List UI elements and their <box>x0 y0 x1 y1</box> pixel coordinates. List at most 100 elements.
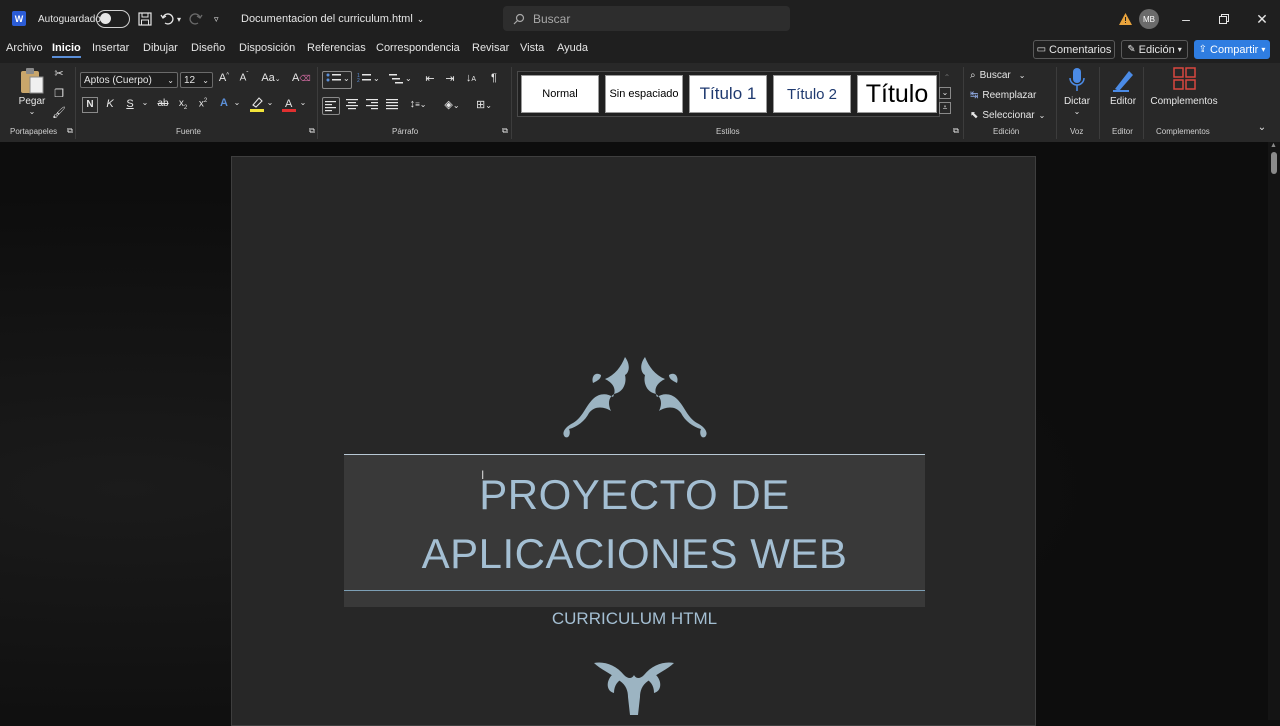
find-button[interactable]: ⌕ Buscar ⌄ <box>970 67 1025 83</box>
tab-referencias[interactable]: Referencias <box>307 42 366 54</box>
superscript-icon[interactable]: x2 <box>195 98 211 109</box>
style-heading-2[interactable]: Título 2 <box>773 75 851 113</box>
chevron-down-icon[interactable]: ⌄ <box>24 107 40 116</box>
gallery-down-icon[interactable]: ⌄ <box>939 87 951 99</box>
decrease-font-icon[interactable]: Aˇ <box>236 72 252 83</box>
document-title-line-1[interactable]: PROYECTO DE <box>344 471 925 519</box>
bullets-icon[interactable]: ⌄ <box>322 71 352 89</box>
change-case-icon[interactable]: Aa⌄ <box>260 72 282 84</box>
style-no-spacing[interactable]: Sin espaciado <box>605 75 683 113</box>
cut-icon[interactable]: ✂ <box>51 67 67 80</box>
tab-vista[interactable]: Vista <box>520 42 544 54</box>
numbering-icon[interactable]: 1 2 ⌄ <box>357 72 381 89</box>
tab-archivo[interactable]: Archivo <box>6 42 43 54</box>
collapse-ribbon-icon[interactable]: ⌄ <box>1254 122 1270 133</box>
format-painter-icon[interactable]: 🖌 <box>51 106 67 119</box>
customize-toolbar-icon[interactable]: ▿ <box>214 0 219 38</box>
tab-dibujar[interactable]: Dibujar <box>143 42 178 54</box>
increase-font-icon[interactable]: A^ <box>216 72 232 84</box>
tab-inicio[interactable]: Inicio <box>52 42 81 58</box>
italic-icon[interactable]: K <box>102 98 118 110</box>
chevron-down-icon[interactable]: ⌄ <box>137 98 153 107</box>
decrease-indent-icon[interactable]: ⇤ <box>422 72 438 85</box>
line-spacing-icon[interactable]: ↕≡⌄ <box>406 98 430 110</box>
share-label: Compartir <box>1210 43 1259 56</box>
chevron-down-icon[interactable]: ⌄ <box>229 98 245 107</box>
dictate-label[interactable]: Dictar <box>1059 96 1095 107</box>
copy-icon[interactable]: ❐ <box>51 87 67 100</box>
borders-icon[interactable]: ⊞⌄ <box>472 98 496 111</box>
tab-insertar[interactable]: Insertar <box>92 42 129 54</box>
strikethrough-icon[interactable]: ab <box>155 98 171 109</box>
increase-indent-icon[interactable]: ⇥ <box>442 72 458 85</box>
tab-disposicion[interactable]: Disposición <box>239 42 295 54</box>
subscript-icon[interactable]: x2 <box>175 98 191 111</box>
font-name-select[interactable]: Aptos (Cuerpo) ⌄ <box>80 72 178 88</box>
document-page[interactable]: PROYECTO DE APLICACIONES WEB I CURRICULU… <box>231 156 1036 726</box>
gallery-up-icon[interactable]: ⌃ <box>939 73 955 82</box>
comments-button[interactable]: ▭ Comentarios <box>1033 40 1115 59</box>
group-label-styles: Estilos <box>716 127 740 136</box>
replace-button[interactable]: ↹ Reemplazar <box>970 87 1036 103</box>
edit-mode-label: Edición <box>1138 43 1175 56</box>
title-block[interactable]: PROYECTO DE APLICACIONES WEB <box>344 454 925 607</box>
sort-icon[interactable]: ↓A <box>463 72 479 84</box>
scroll-up-icon[interactable]: ▲ <box>1270 142 1277 149</box>
tab-ayuda[interactable]: Ayuda <box>557 42 588 54</box>
restore-icon[interactable] <box>1205 0 1243 38</box>
editor-label[interactable]: Editor <box>1104 96 1142 107</box>
ribbon: Pegar ⌄ ✂ ❐ 🖌 Portapapeles ⧉ Aptos (Cuer… <box>0 62 1280 142</box>
chevron-down-icon[interactable]: ⌄ <box>295 98 311 107</box>
warning-icon[interactable] <box>1119 0 1132 38</box>
undo-icon[interactable] <box>160 0 174 38</box>
autosave-toggle[interactable] <box>96 10 130 28</box>
search-box[interactable]: Buscar <box>503 6 790 31</box>
show-formatting-icon[interactable]: ¶ <box>486 72 502 84</box>
align-center-icon[interactable] <box>344 98 360 113</box>
multilevel-list-icon[interactable]: ⌄ <box>389 72 413 89</box>
document-title[interactable]: Documentacion del curriculum.html ⌄ <box>241 0 424 38</box>
minimize-icon[interactable]: – <box>1167 0 1205 38</box>
paste-icon[interactable] <box>19 67 45 95</box>
tab-revisar[interactable]: Revisar <box>472 42 509 54</box>
undo-dropdown-icon[interactable]: ▾ <box>177 0 181 38</box>
justify-icon[interactable] <box>384 98 400 113</box>
editing-mode-button[interactable]: ✎ Edición ▾ <box>1121 40 1188 59</box>
microphone-icon[interactable] <box>1068 67 1086 93</box>
style-normal[interactable]: Normal <box>521 75 599 113</box>
save-icon[interactable] <box>138 0 152 38</box>
close-icon[interactable]: ✕ <box>1243 0 1280 38</box>
chevron-down-icon: ⌄ <box>1038 110 1046 120</box>
gallery-more-icon[interactable]: ⩡ <box>939 102 951 114</box>
separator <box>1056 67 1057 139</box>
addins-icon[interactable] <box>1173 67 1197 91</box>
shading-icon[interactable]: ◈⌄ <box>440 98 464 111</box>
word-app-icon[interactable]: W <box>12 11 26 26</box>
bold-icon[interactable]: N <box>82 97 98 113</box>
vertical-scrollbar[interactable]: ▲ <box>1268 142 1280 720</box>
redo-icon[interactable] <box>189 0 203 38</box>
paste-label[interactable]: Pegar <box>17 96 47 107</box>
select-button[interactable]: ⬉ Seleccionar ⌄ <box>970 107 1045 123</box>
editor-icon[interactable] <box>1111 67 1135 93</box>
search-icon: ⌕ <box>970 69 976 81</box>
underline-icon[interactable]: S <box>122 98 138 110</box>
align-left-icon[interactable] <box>322 97 340 115</box>
font-size-select[interactable]: 12 ⌄ <box>180 72 213 88</box>
dialog-launcher-icon[interactable]: ⧉ <box>948 126 964 136</box>
chevron-down-icon[interactable]: ⌄ <box>1069 107 1085 116</box>
style-heading-1[interactable]: Título 1 <box>689 75 767 113</box>
tab-diseno[interactable]: Diseño <box>191 42 225 54</box>
tab-correspondencia[interactable]: Correspondencia <box>376 42 460 54</box>
document-title-line-2[interactable]: APLICACIONES WEB <box>344 530 925 578</box>
document-subtitle[interactable]: CURRICULUM HTML <box>232 609 1037 629</box>
share-button[interactable]: ⇪ Compartir ▾ <box>1194 40 1270 59</box>
chevron-down-icon[interactable]: ⌄ <box>262 98 278 107</box>
style-title[interactable]: Título <box>857 75 937 113</box>
scrollbar-thumb[interactable] <box>1271 152 1277 174</box>
addins-label[interactable]: Complementos <box>1150 96 1218 107</box>
avatar[interactable]: MB <box>1139 9 1159 29</box>
align-right-icon[interactable] <box>364 98 380 113</box>
clear-format-icon[interactable]: A⌫ <box>292 72 311 84</box>
comment-icon: ▭ <box>1036 44 1047 55</box>
